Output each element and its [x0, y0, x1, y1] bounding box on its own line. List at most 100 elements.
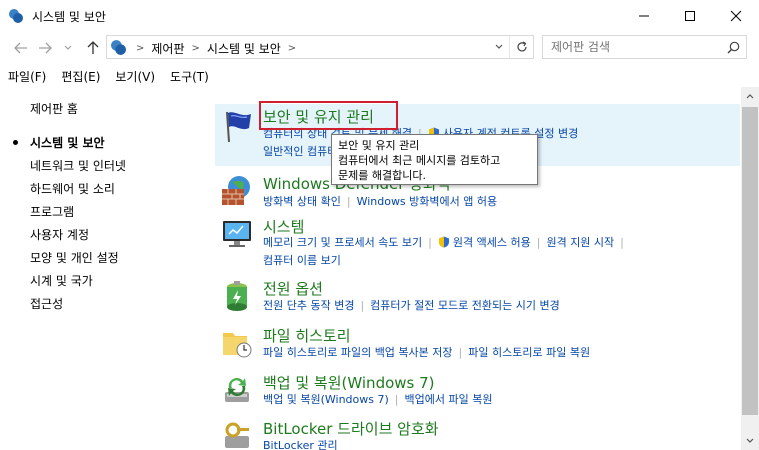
category-title-file-history[interactable]: 파일 히스토리 [263, 325, 351, 346]
link-manage-bitlocker[interactable]: BitLocker 관리 [263, 439, 338, 450]
menu-edit[interactable]: 편집(E) [53, 65, 107, 87]
chevron-up-icon [746, 94, 754, 99]
link-backup-restore[interactable]: 백업 및 복원(Windows 7) [263, 393, 389, 406]
link-separator: | [346, 195, 351, 208]
category-title-bitlocker[interactable]: BitLocker 드라이브 암호화 [263, 418, 439, 439]
sidebar-item-network[interactable]: 네트워크 및 인터넷 [30, 157, 126, 174]
category-links-power: 전원 단추 동작 변경 | 컴퓨터가 절전 모드로 전환되는 시기 변경 [263, 297, 733, 315]
menu-tools[interactable]: 도구(T) [162, 65, 216, 87]
link-memory-speed[interactable]: 메모리 크기 및 프로세서 속도 보기 [263, 236, 422, 249]
link-power-button[interactable]: 전원 단추 동작 변경 [263, 299, 354, 312]
computer-monitor-icon [223, 221, 251, 247]
link-separator: | [458, 346, 463, 359]
link-restore-files[interactable]: 파일 히스토리로 파일 복원 [468, 346, 590, 359]
link-separator: | [536, 236, 541, 249]
close-icon [730, 10, 742, 22]
breadcrumb-control-panel[interactable]: 제어판 [151, 40, 184, 57]
vertical-scrollbar[interactable] [741, 87, 759, 450]
close-button[interactable] [713, 0, 759, 32]
category-title-backup[interactable]: 백업 및 복원(Windows 7) [263, 372, 435, 393]
sidebar-home-link[interactable]: 제어판 홈 [30, 100, 78, 117]
category-links-bitlocker: BitLocker 관리 [263, 437, 733, 450]
folder-clock-icon [223, 333, 252, 358]
link-separator: | [394, 393, 399, 406]
refresh-icon [516, 41, 527, 52]
tooltip-line: 문제를 해결합니다. [338, 169, 426, 182]
menu-file[interactable]: 파일(F) [0, 65, 53, 87]
link-sleep-timing[interactable]: 컴퓨터가 절전 모드로 전환되는 시기 변경 [370, 299, 560, 312]
category-links-backup: 백업 및 복원(Windows 7) | 백업에서 파일 복원 [263, 391, 733, 409]
forward-button[interactable] [36, 40, 54, 56]
breadcrumb-system-security[interactable]: 시스템 및 보안 [207, 40, 281, 57]
link-restore-from-backup[interactable]: 백업에서 파일 복원 [405, 393, 493, 406]
search-icon [727, 41, 740, 54]
link-allow-app[interactable]: Windows 방화벽에서 앱 허용 [357, 195, 498, 208]
category-title-power[interactable]: 전원 옵션 [263, 278, 323, 299]
scroll-down-button[interactable] [741, 432, 759, 450]
uac-shield-icon [438, 236, 449, 248]
category-links-system: 메모리 크기 및 프로세서 속도 보기 | 원격 액세스 허용 | 원격 지원 시작 | … [263, 234, 733, 270]
menu-bar: 파일(F) 편집(E) 보기(V) 도구(T) [0, 65, 759, 87]
maximize-icon [685, 11, 695, 21]
chevron-right-icon[interactable]: > [192, 43, 200, 54]
up-button[interactable] [84, 40, 102, 56]
link-firewall-status[interactable]: 방화벽 상태 확인 [263, 195, 341, 208]
battery-icon [227, 281, 247, 311]
window-title: 시스템 및 보안 [32, 10, 106, 24]
chevron-down-icon [495, 44, 503, 49]
link-separator: | [360, 299, 365, 312]
sidebar: 제어판 홈 시스템 및 보안 네트워크 및 인터넷 하드웨어 및 소리 프로그램… [0, 87, 210, 450]
control-panel-icon [9, 9, 23, 23]
chevron-right-icon[interactable]: > [288, 43, 296, 54]
control-panel-icon [111, 40, 126, 55]
menu-view[interactable]: 보기(V) [107, 65, 162, 87]
address-dropdown-button[interactable] [491, 36, 507, 58]
backup-drive-icon [225, 377, 249, 402]
category-backup: 백업 및 복원(Windows 7) 백업 및 복원(Windows 7) | 백업… [215, 372, 740, 412]
sidebar-item-accessibility[interactable]: 접근성 [30, 295, 63, 312]
category-power: 전원 옵션 전원 단추 동작 변경 | 컴퓨터가 절전 모드로 전환되는 시기 변경 [215, 278, 740, 318]
sidebar-item-hardware[interactable]: 하드웨어 및 소리 [30, 180, 115, 197]
minimize-button[interactable] [621, 0, 667, 32]
link-separator: | [620, 236, 624, 249]
category-links-file-history: 파일 히스토리로 파일의 백업 복사본 저장 | 파일 히스토리로 파일 복원 [263, 344, 733, 362]
link-remote-assistance[interactable]: 원격 지원 시작 [546, 236, 614, 249]
link-computer-name[interactable]: 컴퓨터 이름 보기 [263, 254, 341, 267]
arrow-left-icon [14, 42, 27, 54]
arrow-right-icon [39, 42, 52, 54]
flag-icon [226, 111, 251, 143]
category-links-firewall: 방화벽 상태 확인 | Windows 방화벽에서 앱 허용 [263, 193, 733, 211]
firewall-icon [222, 176, 250, 205]
scroll-thumb[interactable] [742, 107, 758, 415]
link-save-backup[interactable]: 파일 히스토리로 파일의 백업 복사본 저장 [263, 346, 453, 359]
recent-locations-button[interactable] [62, 40, 74, 56]
active-bullet [13, 140, 18, 145]
sidebar-item-programs[interactable]: 프로그램 [30, 203, 74, 220]
address-bar[interactable]: > 제어판 > 시스템 및 보안 > [106, 35, 534, 59]
tooltip-title: 보안 및 유지 관리 [338, 139, 420, 152]
arrow-up-icon [87, 41, 99, 54]
back-button[interactable] [12, 40, 30, 56]
sidebar-item-system-security[interactable]: 시스템 및 보안 [30, 134, 105, 151]
chevron-right-icon[interactable]: > [136, 43, 144, 54]
sidebar-item-clock-region[interactable]: 시계 및 국가 [30, 272, 93, 289]
category-file-history: 파일 히스토리 파일 히스토리로 파일의 백업 복사본 저장 | 파일 히스토리로 … [215, 325, 740, 365]
link-separator: | [428, 236, 432, 249]
minimize-icon [639, 15, 649, 17]
search-box[interactable] [542, 35, 747, 59]
category-system: 시스템 메모리 크기 및 프로세서 속도 보기 | 원격 액세스 허용 | 원격 지원 … [215, 216, 740, 272]
category-bitlocker: BitLocker 드라이브 암호화 BitLocker 관리 [215, 418, 740, 450]
sidebar-item-user-accounts[interactable]: 사용자 계정 [30, 226, 89, 243]
tooltip-line: 컴퓨터에서 최근 메시지를 검토하고 [338, 154, 501, 167]
chevron-down-icon [746, 438, 754, 443]
search-input[interactable] [551, 39, 721, 55]
maximize-button[interactable] [667, 0, 713, 32]
refresh-button[interactable] [509, 36, 533, 58]
sidebar-item-appearance[interactable]: 모양 및 개인 설정 [30, 249, 119, 266]
tooltip: 보안 및 유지 관리 컴퓨터에서 최근 메시지를 검토하고 문제를 해결합니다. [331, 134, 538, 185]
title-bar: 시스템 및 보안 [0, 0, 759, 32]
link-remote-access[interactable]: 원격 액세스 허용 [453, 236, 531, 249]
chevron-down-icon [64, 45, 72, 50]
scroll-up-button[interactable] [741, 87, 759, 105]
focus-highlight [259, 101, 398, 130]
